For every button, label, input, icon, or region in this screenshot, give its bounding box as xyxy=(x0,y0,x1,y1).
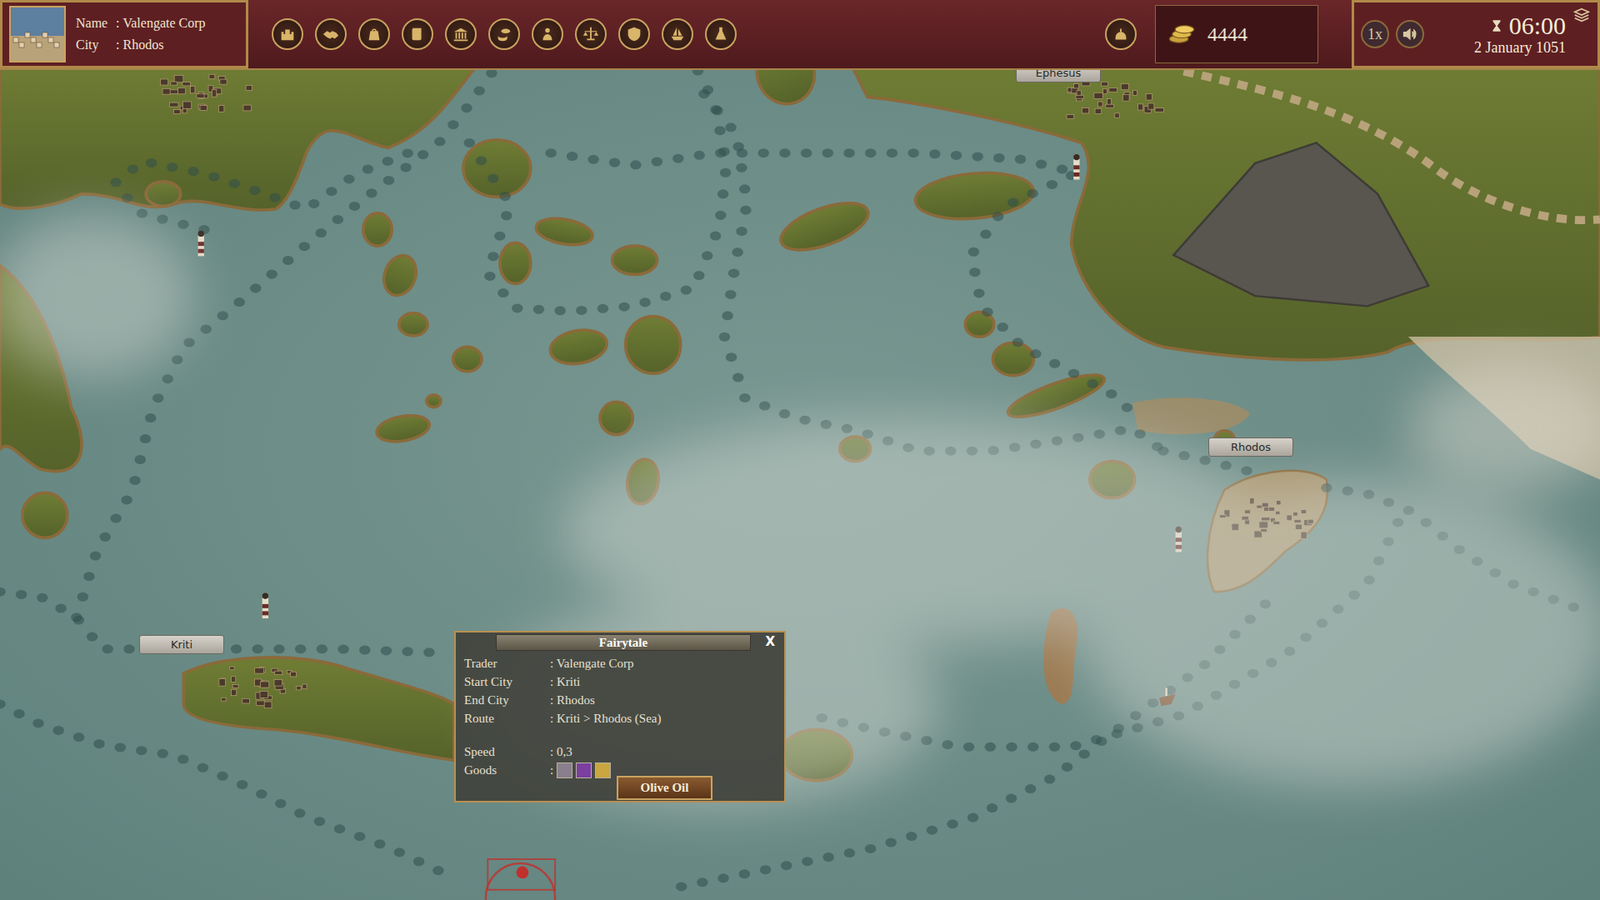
hourglass-icon xyxy=(1489,16,1505,35)
sea-map[interactable] xyxy=(0,0,1600,900)
profile-panel[interactable]: Name:Valengate Corp City:Rhodos xyxy=(0,0,249,69)
toolbar-button[interactable] xyxy=(271,18,304,50)
menu-icon xyxy=(451,25,470,44)
sea-route xyxy=(545,148,1068,174)
toolbar-button[interactable] xyxy=(445,18,477,50)
top-bar: Name:Valengate Corp City:Rhodos 4444 1x 06:0… xyxy=(0,0,1600,70)
speaker-icon xyxy=(1401,25,1419,43)
city-label[interactable]: Kriti xyxy=(139,635,225,655)
ship-info-popup: FairytaleX Trader: Valengate CorpStart Ci… xyxy=(454,630,786,803)
lighthouse-icon xyxy=(262,592,269,619)
profile-row: City:Rhodos xyxy=(75,37,206,53)
menu-icon xyxy=(495,25,514,44)
info-row: Route: Kriti > Rhodos (Sea) xyxy=(464,709,776,728)
sea-route xyxy=(968,170,1133,412)
layers-icon[interactable] xyxy=(1572,5,1591,25)
menu-icon xyxy=(278,25,297,44)
info-row: End City: Rhodos xyxy=(464,690,776,710)
toolbar-button[interactable] xyxy=(531,18,564,50)
coins-icon xyxy=(1167,23,1196,45)
fog xyxy=(0,214,1600,806)
profile-row: Name:Valengate Corp xyxy=(75,15,206,31)
sea-route xyxy=(110,148,413,235)
clock-panel: 1x 06:002 January 1051 xyxy=(1351,0,1600,69)
goods-tooltip: Olive Oil xyxy=(616,775,713,800)
toolbar-button[interactable] xyxy=(488,18,520,50)
pirate-marker-icon[interactable] xyxy=(485,859,555,900)
helmet-icon xyxy=(1111,25,1130,44)
menu-icon xyxy=(625,25,644,44)
toolbar-button[interactable] xyxy=(358,18,390,50)
info-row: Start City: Kriti xyxy=(464,672,776,691)
toolbar-button[interactable] xyxy=(401,18,434,50)
toolbar-button[interactable] xyxy=(705,18,737,50)
goods-item-icon[interactable] xyxy=(556,762,573,779)
advisor-button[interactable] xyxy=(1105,18,1137,50)
toolbar-button[interactable] xyxy=(661,18,694,50)
info-row: Trader: Valengate Corp xyxy=(464,654,776,673)
toolbar-button[interactable] xyxy=(315,18,347,50)
goods-item-icon[interactable] xyxy=(595,762,611,779)
game-screen: EphesusKritiRhodosName:Valengate CorpCit… xyxy=(0,0,1600,900)
city-label[interactable]: Rhodos xyxy=(1208,437,1294,457)
toolbar-button[interactable] xyxy=(618,18,650,50)
sea-route xyxy=(0,587,435,658)
menu-icon xyxy=(538,25,557,44)
menu-icon xyxy=(365,25,384,44)
menu-icon xyxy=(321,25,340,44)
sea-route xyxy=(698,89,1163,456)
toolbar-button[interactable] xyxy=(575,18,607,50)
popup-title-bar: FairytaleX xyxy=(495,634,751,651)
close-button[interactable]: X xyxy=(761,634,779,650)
menu-icon xyxy=(668,25,687,44)
speed-button[interactable]: 1x xyxy=(1360,20,1390,49)
lighthouse-icon xyxy=(198,230,205,257)
goods-item-icon[interactable] xyxy=(575,762,592,779)
gold-display: 4444 xyxy=(1155,5,1319,64)
clock: 06:002 January 1051 xyxy=(1430,11,1566,57)
city-portrait-icon xyxy=(9,5,66,63)
islands xyxy=(22,35,1235,781)
menu-icon xyxy=(581,25,600,44)
menu-icon xyxy=(711,25,730,44)
sea-route xyxy=(0,699,445,875)
lighthouse-icon xyxy=(1073,154,1080,180)
menu-icon xyxy=(408,25,427,44)
info-row: Speed: 0,3 xyxy=(464,742,776,761)
sea-route xyxy=(464,66,732,316)
sound-button[interactable] xyxy=(1395,20,1425,49)
toolbar: 4444 xyxy=(248,0,1352,69)
